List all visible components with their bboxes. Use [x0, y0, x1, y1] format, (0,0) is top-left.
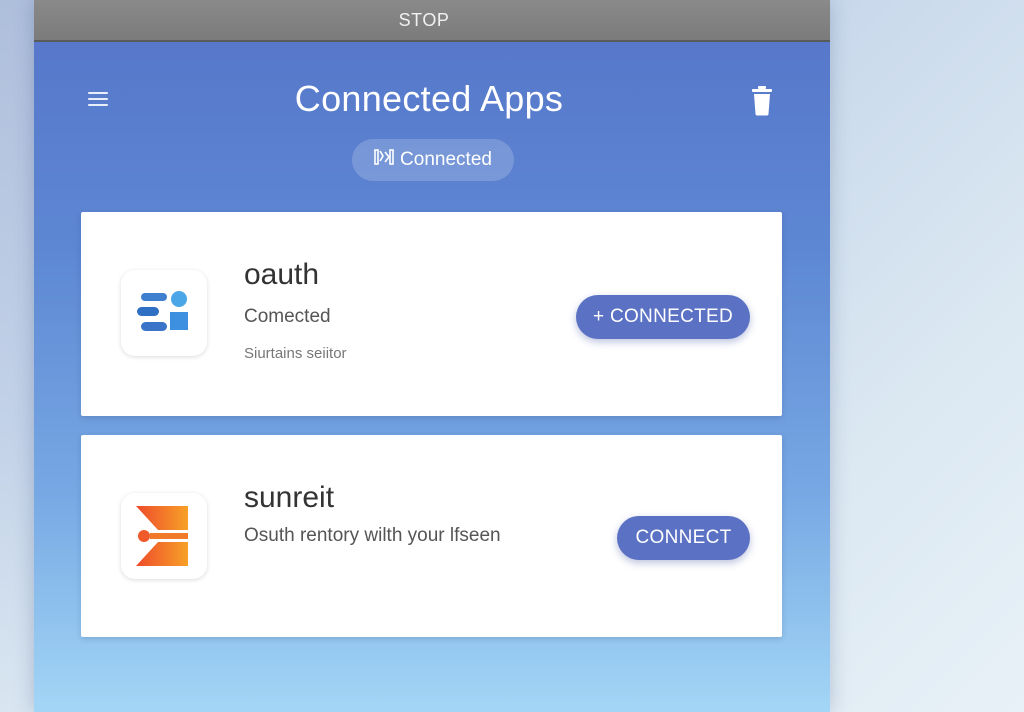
trash-icon[interactable]	[750, 86, 774, 116]
app-window: STOP Connected Apps Connected oauth Come…	[34, 0, 830, 712]
app-name: oauth	[244, 258, 320, 291]
app-detail: Siurtains seiitor	[244, 345, 347, 362]
orange-chevron-logo-icon	[121, 493, 207, 579]
app-status: Comected	[244, 306, 331, 327]
link-status-icon	[374, 148, 394, 172]
stop-label[interactable]: STOP	[399, 10, 450, 31]
connect-button[interactable]: CONNECT	[617, 516, 750, 560]
top-bar[interactable]: STOP	[34, 0, 830, 42]
page-title: Connected Apps	[294, 78, 564, 119]
app-name: sunreit	[244, 481, 335, 514]
connected-button[interactable]: + CONNECTED	[576, 295, 750, 339]
connection-status-label: Connected	[400, 149, 492, 170]
connection-status-badge: Connected	[352, 139, 514, 181]
app-card-oauth: oauth Comected Siurtains seiitor + CONNE…	[81, 212, 782, 416]
app-card-sunreit: sunreit Osuth rentory wilth your lfseen …	[81, 435, 782, 637]
app-description: Osuth rentory wilth your lfseen	[244, 525, 501, 546]
blue-shapes-logo-icon	[121, 270, 207, 356]
background-left-strip	[0, 0, 34, 712]
